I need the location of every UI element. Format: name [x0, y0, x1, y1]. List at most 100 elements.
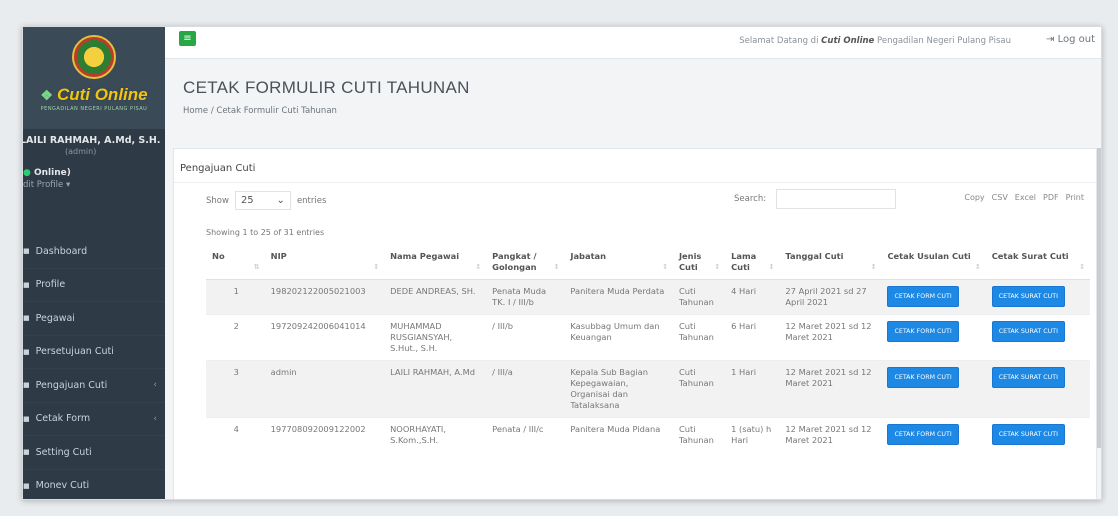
- settings-icon: ■: [23, 448, 30, 457]
- cell-pangkat: / III/b: [486, 314, 565, 361]
- brand: ❖ Cuti Online PENGADILAN NEGERI PULANG P…: [23, 27, 165, 129]
- top-bar: ≡ Selamat Datang di Cuti Online Pengadil…: [165, 27, 1101, 59]
- page-scrollbar[interactable]: [1097, 148, 1101, 448]
- cell-tanggal: 12 Maret 2021 sd 12 Maret 2021: [779, 360, 882, 418]
- sort-icon: ↕: [714, 263, 721, 271]
- print-button[interactable]: Print: [1066, 193, 1084, 202]
- menu-toggle-button[interactable]: ≡: [179, 31, 196, 46]
- brand-subtitle: PENGADILAN NEGERI PULANG PISAU: [40, 106, 148, 112]
- cell-cetak-surat: CETAK SURAT CUTI: [985, 417, 1090, 452]
- sidebar-nav: ■ Dashboard ■ Profile ■ Pegawai ■ Persetujua…: [23, 235, 165, 500]
- sidebar-item-label: Monev Cuti: [35, 480, 90, 492]
- online-status: ● Online): [23, 168, 165, 178]
- search-input[interactable]: [776, 189, 897, 209]
- col-header-label: Cetak Surat Cuti: [991, 251, 1069, 261]
- cell-nama: LAILI RAHMAH, A.Md: [384, 360, 487, 418]
- welcome-prefix: Selamat Datang di: [739, 36, 822, 46]
- logout-link[interactable]: ⇥ Log out: [1046, 34, 1095, 45]
- col-header-label: Jenis Cuti: [678, 251, 702, 272]
- cell-jenis: Cuti Tahunan: [672, 360, 726, 418]
- cell-nip: 197209242006041014: [264, 314, 385, 361]
- cell-nama: DEDE ANDREAS, SH.: [384, 279, 487, 315]
- cell-cetak-surat: CETAK SURAT CUTI: [985, 360, 1090, 418]
- leave-table: No ⇅ NIP ↕ Nama Pegawai ↕ Pangkat / Golonga…: [206, 243, 1090, 452]
- cell-nip: 197708092009122002: [264, 417, 385, 452]
- cell-jenis: Cuti Tahunan: [672, 314, 726, 361]
- print-form-button[interactable]: CETAK FORM CUTI: [887, 286, 959, 307]
- excel-button[interactable]: Excel: [1015, 193, 1036, 202]
- sidebar-item-setting-cuti[interactable]: ■ Setting Cuti: [23, 436, 165, 470]
- entries-control: Show 25 ⌄ entries: [206, 191, 326, 210]
- print-letter-button[interactable]: CETAK SURAT CUTI: [991, 321, 1065, 342]
- col-header-nip[interactable]: NIP ↕: [264, 243, 385, 280]
- show-label: Show: [206, 195, 229, 206]
- edit-profile-link[interactable]: dit Profile ▾: [23, 180, 165, 190]
- print-form-button[interactable]: CETAK FORM CUTI: [887, 424, 959, 445]
- print-letter-button[interactable]: CETAK SURAT CUTI: [991, 286, 1065, 307]
- table-row: 2 197209242006041014 MUHAMMAD RUSGIANSYA…: [206, 314, 1090, 361]
- chevron-down-icon: ⌄: [276, 195, 285, 206]
- cell-pangkat: Penata / III/c: [486, 417, 565, 452]
- sidebar-item-label: Pengajuan Cuti: [35, 379, 108, 391]
- csv-button[interactable]: CSV: [992, 193, 1008, 202]
- col-header-pangkat[interactable]: Pangkat / Golongan ↕: [486, 243, 565, 280]
- chevron-left-icon: ‹: [153, 413, 157, 424]
- col-header-tanggal[interactable]: Tanggal Cuti ↕: [779, 243, 882, 280]
- cell-cetak-usulan: CETAK FORM CUTI: [881, 279, 986, 315]
- cell-tanggal: 12 Maret 2021 sd 12 Maret 2021: [779, 314, 882, 361]
- sidebar-item-label: Dashboard: [35, 245, 88, 257]
- cell-cetak-usulan: CETAK FORM CUTI: [881, 314, 986, 361]
- user-name: LAILI RAHMAH, A.Md, S.H.: [22, 135, 161, 146]
- sort-icon: ⇅: [253, 263, 260, 271]
- cell-tanggal: 12 Maret 2021 sd 12 Maret 2021: [779, 417, 882, 452]
- col-header-nama[interactable]: Nama Pegawai ↕: [384, 243, 487, 280]
- user-panel: LAILI RAHMAH, A.Md, S.H. (admin) ● Onlin…: [23, 129, 165, 234]
- col-header-label: Pangkat / Golongan: [492, 251, 537, 272]
- col-header-cetak-surat[interactable]: Cetak Surat Cuti ↕: [985, 243, 1090, 280]
- print-letter-button[interactable]: CETAK SURAT CUTI: [991, 367, 1065, 388]
- sidebar-item-persetujuan-cuti[interactable]: ■ Persetujuan Cuti: [23, 336, 165, 369]
- entries-select[interactable]: 25 ⌄: [234, 191, 291, 210]
- breadcrumb-home[interactable]: Home: [183, 106, 208, 116]
- sidebar-item-monev-cuti[interactable]: ■ Monev Cuti: [23, 470, 165, 500]
- col-header-jabatan[interactable]: Jabatan ↕: [564, 243, 673, 280]
- list-icon: ■: [23, 381, 30, 390]
- pdf-button[interactable]: PDF: [1043, 193, 1059, 202]
- sidebar-item-profile[interactable]: ■ Profile: [23, 269, 165, 302]
- print-form-button[interactable]: CETAK FORM CUTI: [887, 367, 959, 388]
- breadcrumb-current: Cetak Formulir Cuti Tahunan: [216, 106, 337, 116]
- col-header-label: Jabatan: [570, 251, 607, 261]
- cell-tanggal: 27 April 2021 sd 27 April 2021: [779, 279, 882, 315]
- cell-pangkat: Penata Muda TK. I / III/b: [486, 279, 565, 315]
- sort-icon: ↕: [974, 263, 981, 271]
- welcome-suffix: Pengadilan Negeri Pulang Pisau: [874, 36, 1011, 46]
- sort-icon: ↕: [1079, 263, 1085, 271]
- cell-jabatan: Panitera Muda Pidana: [564, 417, 673, 452]
- print-form-button[interactable]: CETAK FORM CUTI: [887, 321, 959, 342]
- sidebar-item-label: Pegawai: [35, 312, 75, 324]
- copy-button[interactable]: Copy: [964, 193, 984, 202]
- col-header-lama[interactable]: Lama Cuti ↕: [725, 243, 780, 280]
- sidebar-item-pegawai[interactable]: ■ Pegawai: [23, 302, 165, 336]
- sort-icon: ↕: [768, 263, 775, 271]
- sidebar-item-pengajuan-cuti[interactable]: ■ Pengajuan Cuti ‹: [23, 369, 165, 403]
- entries-value: 25: [240, 195, 254, 206]
- sort-icon: ↕: [475, 263, 482, 271]
- cell-no: 3: [206, 360, 265, 418]
- cell-nama: NOORHAYATI, S.Kom.,S.H.: [384, 417, 487, 452]
- cell-pangkat: / III/a: [486, 360, 565, 418]
- col-header-no[interactable]: No ⇅: [206, 243, 265, 280]
- sidebar-item-cetak-form[interactable]: ■ Cetak Form ‹: [23, 403, 165, 436]
- cell-no: 2: [206, 314, 265, 361]
- breadcrumb-separator: /: [210, 106, 214, 116]
- print-letter-button[interactable]: CETAK SURAT CUTI: [991, 424, 1065, 445]
- logout-label: Log out: [1057, 34, 1095, 45]
- col-header-cetak-usulan[interactable]: Cetak Usulan Cuti ↕: [881, 243, 986, 280]
- col-header-jenis[interactable]: Jenis Cuti ↕: [672, 243, 726, 280]
- logout-icon: ⇥: [1046, 34, 1055, 45]
- dashboard-icon: ■: [23, 247, 30, 256]
- sort-icon: ↕: [553, 263, 560, 271]
- welcome-app-name: Cuti Online: [821, 36, 875, 46]
- brand-title[interactable]: ❖ Cuti Online: [40, 85, 147, 105]
- sidebar-item-dashboard[interactable]: ■ Dashboard: [23, 235, 165, 269]
